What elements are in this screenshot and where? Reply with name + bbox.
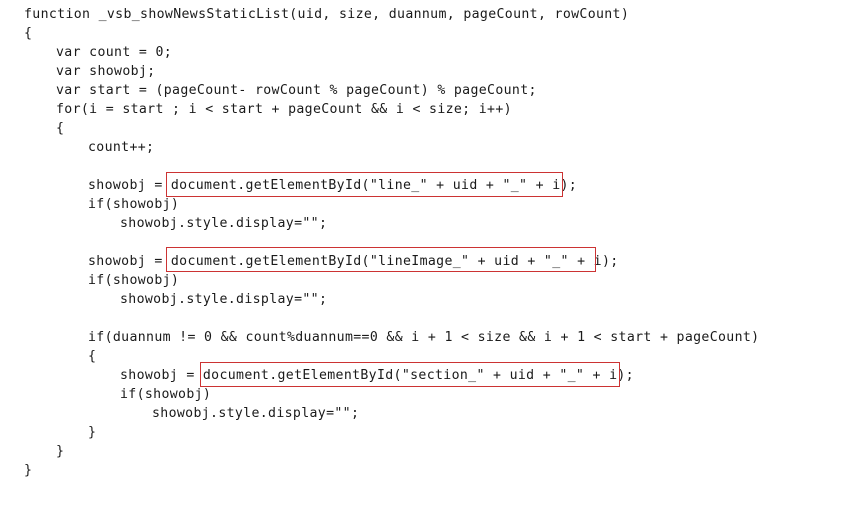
- code-line: for(i = start ; i < start + pageCount &&…: [56, 102, 512, 117]
- code-line: var count = 0;: [56, 45, 173, 60]
- code-line: {: [24, 26, 33, 41]
- code-line: count++;: [88, 140, 155, 155]
- code-line: showobj.style.display="";: [120, 216, 328, 231]
- code-line: if(showobj): [88, 197, 180, 212]
- code-line: showobj = document.getElementById("line_…: [88, 178, 578, 193]
- code-line: showobj = document.getElementById("secti…: [120, 368, 634, 383]
- code-line: showobj.style.display="";: [152, 406, 360, 421]
- code-line: {: [56, 121, 65, 136]
- code-line: var showobj;: [56, 64, 156, 79]
- code-line: }: [56, 444, 65, 459]
- code-line: }: [24, 463, 33, 478]
- code-line: showobj = document.getElementById("lineI…: [88, 254, 619, 269]
- code-line: var start = (pageCount- rowCount % pageC…: [56, 83, 537, 98]
- code-line: if(showobj): [88, 273, 180, 288]
- code-line: if(duannum != 0 && count%duannum==0 && i…: [88, 330, 760, 345]
- code-line: showobj.style.display="";: [120, 292, 328, 307]
- code-line: }: [88, 425, 97, 440]
- code-listing: function _vsb_showNewsStaticList(uid, si…: [0, 0, 866, 506]
- code-line: function _vsb_showNewsStaticList(uid, si…: [24, 7, 630, 22]
- code-line: {: [88, 349, 97, 364]
- code-line: if(showobj): [120, 387, 212, 402]
